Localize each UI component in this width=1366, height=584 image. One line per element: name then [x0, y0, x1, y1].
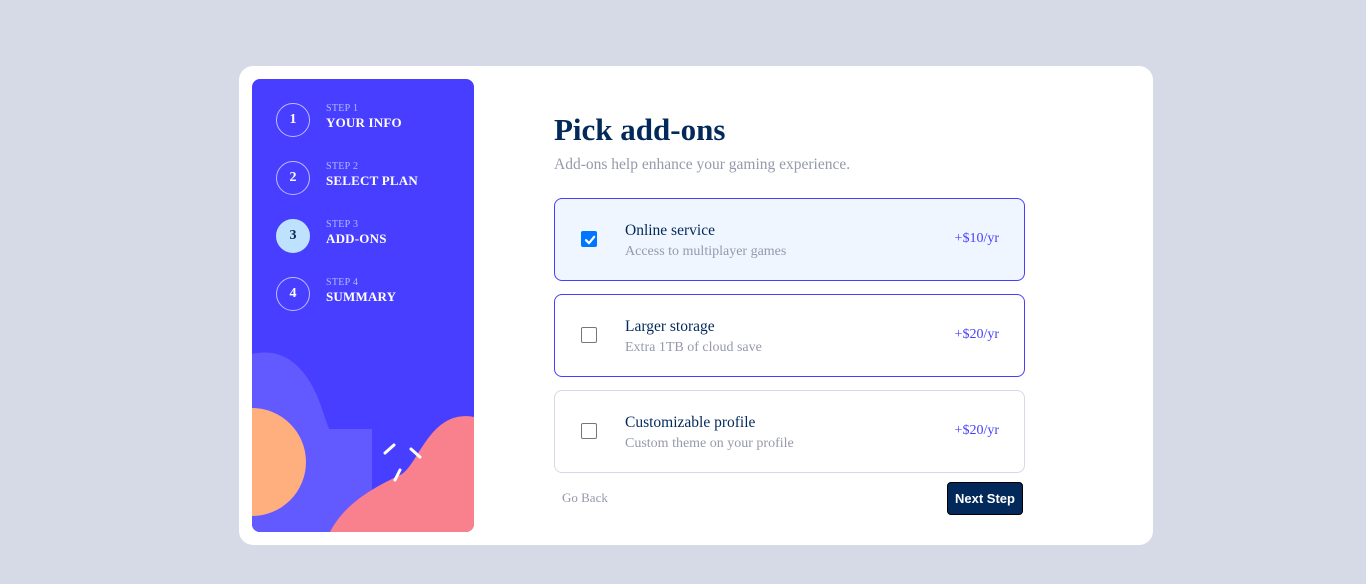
step-label: STEP 2 — [326, 161, 359, 172]
sidebar-step-3[interactable]: 3 STEP 3 ADD-ONS — [276, 219, 466, 253]
step-number-badge: 3 — [276, 219, 310, 253]
step-label: STEP 4 — [326, 277, 359, 288]
addon-name: Online service — [625, 222, 715, 239]
sidebar-step-2[interactable]: 2 STEP 2 SELECT PLAN — [276, 161, 466, 195]
addon-description: Custom theme on your profile — [625, 436, 794, 451]
page-title: Pick add-ons — [554, 112, 726, 147]
form-card: 1 STEP 1 YOUR INFO 2 STEP 2 SELECT PLAN … — [239, 66, 1153, 545]
step-title: ADD-ONS — [326, 231, 387, 246]
page-subtitle: Add-ons help enhance your gaming experie… — [554, 156, 851, 173]
step-title: YOUR INFO — [326, 115, 402, 130]
addon-checkbox[interactable] — [581, 231, 597, 247]
step-number-badge: 1 — [276, 103, 310, 137]
step-number-badge: 2 — [276, 161, 310, 195]
sidebar: 1 STEP 1 YOUR INFO 2 STEP 2 SELECT PLAN … — [252, 79, 474, 532]
step-title: SELECT PLAN — [326, 173, 418, 188]
addon-online-service[interactable]: Online service Access to multiplayer gam… — [554, 198, 1025, 281]
addon-price: +$10/yr — [954, 231, 999, 246]
sidebar-step-1[interactable]: 1 STEP 1 YOUR INFO — [276, 103, 466, 137]
addon-checkbox[interactable] — [581, 423, 597, 439]
addon-price: +$20/yr — [954, 423, 999, 438]
step-label: STEP 3 — [326, 219, 359, 230]
addon-customizable-profile[interactable]: Customizable profile Custom theme on you… — [554, 390, 1025, 473]
next-step-button[interactable]: Next Step — [947, 482, 1023, 515]
addon-name: Customizable profile — [625, 414, 756, 431]
step-label: STEP 1 — [326, 103, 359, 114]
step-title: SUMMARY — [326, 289, 397, 304]
checkmark-icon — [584, 235, 596, 245]
step-number-badge: 4 — [276, 277, 310, 311]
addon-name: Larger storage — [625, 318, 715, 335]
addon-price: +$20/yr — [954, 327, 999, 342]
go-back-button[interactable]: Go Back — [562, 490, 608, 506]
addon-description: Access to multiplayer games — [625, 244, 787, 259]
addon-description: Extra 1TB of cloud save — [625, 340, 762, 355]
addon-checkbox[interactable] — [581, 327, 597, 343]
addon-larger-storage[interactable]: Larger storage Extra 1TB of cloud save +… — [554, 294, 1025, 377]
sidebar-step-4[interactable]: 4 STEP 4 SUMMARY — [276, 277, 466, 311]
